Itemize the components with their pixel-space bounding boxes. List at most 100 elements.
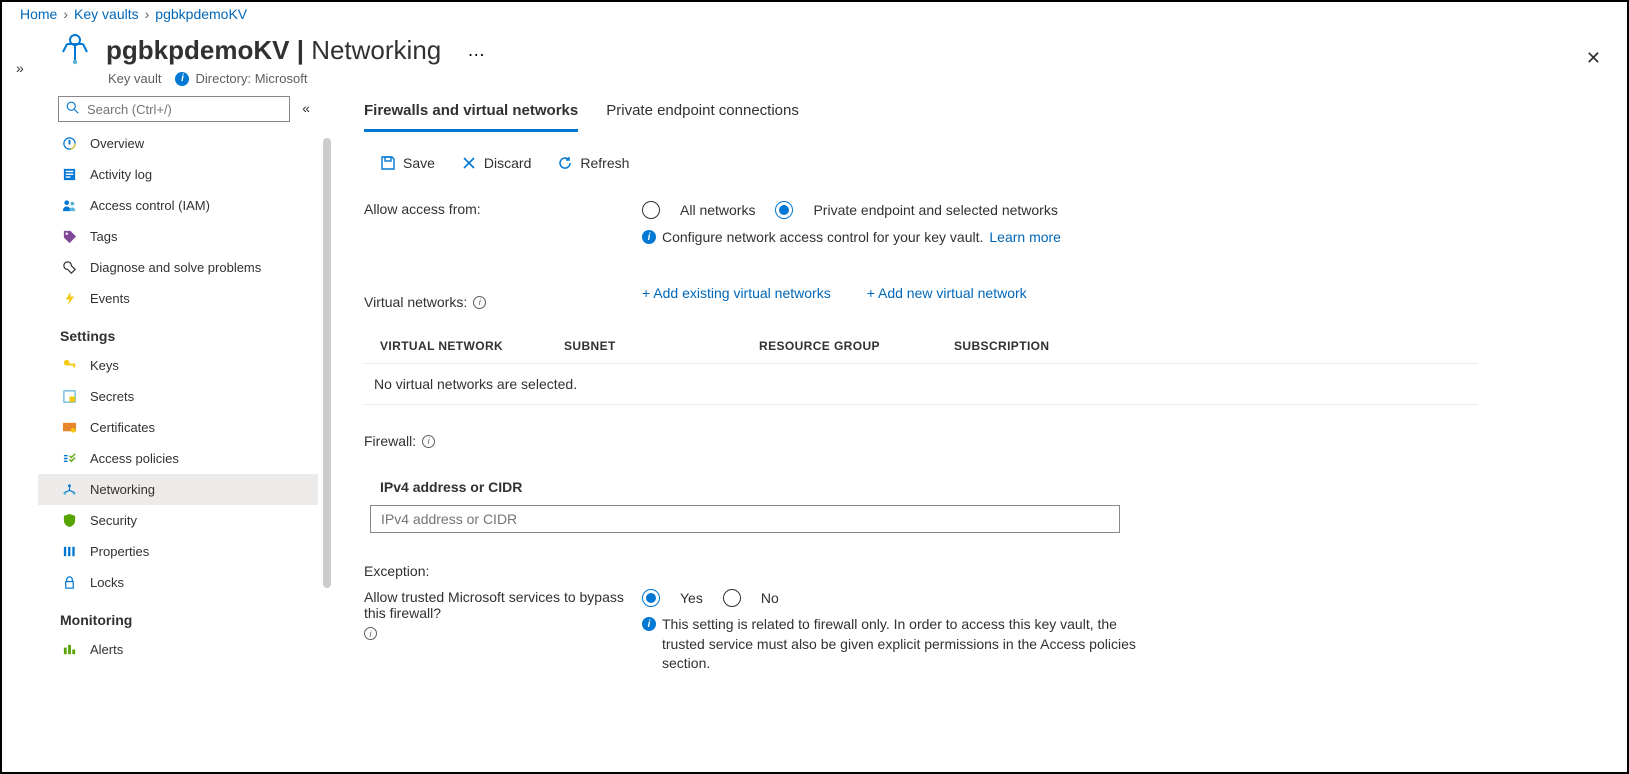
sidebar-item-label: Events: [90, 291, 130, 306]
sidebar-item-diagnose[interactable]: Diagnose and solve problems: [38, 252, 318, 283]
tags-icon: [60, 229, 78, 244]
breadcrumb-keyvaults[interactable]: Key vaults: [74, 6, 139, 22]
sidebar-item-networking[interactable]: Networking: [38, 474, 318, 505]
radio-bypass-yes[interactable]: [642, 589, 660, 607]
refresh-button[interactable]: Refresh: [557, 155, 629, 171]
breadcrumb-resource[interactable]: pgbkpdemoKV: [155, 6, 247, 22]
close-icon[interactable]: ✕: [1586, 48, 1601, 69]
info-outline-icon[interactable]: i: [364, 627, 377, 640]
sidebar-scrollbar[interactable]: [323, 138, 331, 588]
firewall-label: Firewall: i: [364, 433, 642, 449]
sidebar-item-alerts[interactable]: Alerts: [38, 634, 318, 665]
networking-icon: [60, 482, 78, 497]
chevron-right-icon: ›: [63, 6, 68, 22]
learn-more-link[interactable]: Learn more: [989, 229, 1061, 245]
sidebar-item-tags[interactable]: Tags: [38, 221, 318, 252]
expand-caret-icon[interactable]: »: [16, 60, 24, 76]
col-resource-group: RESOURCE GROUP: [759, 339, 954, 353]
security-icon: [60, 513, 78, 528]
sidebar-item-locks[interactable]: Locks: [38, 567, 318, 598]
bypass-note-text: This setting is related to firewall only…: [662, 615, 1162, 674]
chevron-right-icon: ›: [145, 6, 150, 22]
keyvault-icon: [58, 32, 92, 69]
info-icon: i: [175, 72, 189, 86]
secrets-icon: [60, 389, 78, 404]
sidebar-item-secrets[interactable]: Secrets: [38, 381, 318, 412]
col-subscription: SUBSCRIPTION: [954, 339, 1468, 353]
sidebar-item-properties[interactable]: Properties: [38, 536, 318, 567]
col-virtual-network: VIRTUAL NETWORK: [374, 339, 564, 353]
content-pane: Firewalls and virtual networks Private e…: [318, 96, 1518, 684]
properties-icon: [60, 544, 78, 559]
info-outline-icon[interactable]: i: [473, 296, 486, 309]
sidebar-search-input[interactable]: [58, 96, 290, 122]
page-subtitle: Key vault i Directory: Microsoft: [2, 69, 1627, 96]
sidebar-item-label: Locks: [90, 575, 124, 590]
ip-cidr-input[interactable]: [370, 505, 1120, 533]
overview-icon: [60, 136, 78, 151]
sidebar-item-label: Keys: [90, 358, 119, 373]
breadcrumb-home[interactable]: Home: [20, 6, 57, 22]
radio-label: Yes: [680, 590, 703, 606]
access-policies-icon: [60, 451, 78, 466]
sidebar-item-overview[interactable]: Overview: [38, 128, 318, 159]
certificates-icon: [60, 420, 78, 435]
vnet-label: Virtual networks: i: [364, 294, 642, 310]
toolbar: Save Discard Refresh: [380, 155, 1478, 171]
bypass-question-label: Allow trusted Microsoft services to bypa…: [364, 589, 642, 621]
add-new-vnet-link[interactable]: + Add new virtual network: [867, 285, 1027, 301]
directory-label: Directory: Microsoft: [195, 71, 307, 86]
allow-access-label: Allow access from:: [364, 201, 642, 217]
sidebar: « Overview Activity log Access control (…: [38, 96, 318, 684]
sidebar-group-settings: Settings: [38, 314, 318, 350]
sidebar-item-events[interactable]: Events: [38, 283, 318, 314]
blade-name: Networking: [311, 35, 441, 65]
resource-type-label: Key vault: [108, 71, 161, 86]
radio-all-networks[interactable]: [642, 201, 660, 219]
sidebar-item-certificates[interactable]: Certificates: [38, 412, 318, 443]
sidebar-item-label: Alerts: [90, 642, 123, 657]
access-control-icon: [60, 198, 78, 213]
radio-label: No: [761, 590, 779, 606]
col-subnet: SUBNET: [564, 339, 759, 353]
info-outline-icon[interactable]: i: [422, 435, 435, 448]
resource-name: pgbkpdemoKV: [106, 35, 289, 65]
page-title: pgbkpdemoKV | Networking: [106, 35, 441, 66]
vnet-table-header: VIRTUAL NETWORK SUBNET RESOURCE GROUP SU…: [364, 329, 1478, 364]
page-header: pgbkpdemoKV | Networking …: [2, 26, 1627, 69]
exception-header: Exception:: [364, 563, 642, 579]
add-existing-vnet-link[interactable]: + Add existing virtual networks: [642, 285, 831, 301]
collapse-sidebar-icon[interactable]: «: [302, 100, 310, 116]
sidebar-item-label: Diagnose and solve problems: [90, 260, 261, 275]
radio-bypass-no[interactable]: [723, 589, 741, 607]
events-icon: [60, 291, 78, 306]
save-button[interactable]: Save: [380, 155, 435, 171]
discard-button[interactable]: Discard: [461, 155, 531, 171]
access-hint-text: Configure network access control for you…: [662, 229, 983, 245]
sidebar-item-label: Security: [90, 513, 137, 528]
tab-firewalls-vnets[interactable]: Firewalls and virtual networks: [364, 96, 578, 132]
sidebar-item-access-control[interactable]: Access control (IAM): [38, 190, 318, 221]
tab-bar: Firewalls and virtual networks Private e…: [364, 96, 1478, 133]
tab-private-endpoint[interactable]: Private endpoint connections: [606, 96, 799, 132]
radio-label: All networks: [680, 202, 755, 218]
locks-icon: [60, 575, 78, 590]
more-icon[interactable]: …: [467, 40, 487, 61]
sidebar-item-security[interactable]: Security: [38, 505, 318, 536]
refresh-icon: [557, 155, 573, 171]
sidebar-item-keys[interactable]: Keys: [38, 350, 318, 381]
sidebar-item-label: Access control (IAM): [90, 198, 210, 213]
sidebar-group-monitoring: Monitoring: [38, 598, 318, 634]
keys-icon: [60, 358, 78, 373]
activity-log-icon: [60, 167, 78, 182]
diagnose-icon: [60, 260, 78, 275]
sidebar-item-access-policies[interactable]: Access policies: [38, 443, 318, 474]
sidebar-item-label: Tags: [90, 229, 117, 244]
info-icon: i: [642, 617, 656, 631]
sidebar-item-label: Activity log: [90, 167, 152, 182]
sidebar-item-activity-log[interactable]: Activity log: [38, 159, 318, 190]
radio-private-endpoint[interactable]: [775, 201, 793, 219]
radio-label: Private endpoint and selected networks: [813, 202, 1057, 218]
save-icon: [380, 155, 396, 171]
button-label: Discard: [484, 155, 531, 171]
